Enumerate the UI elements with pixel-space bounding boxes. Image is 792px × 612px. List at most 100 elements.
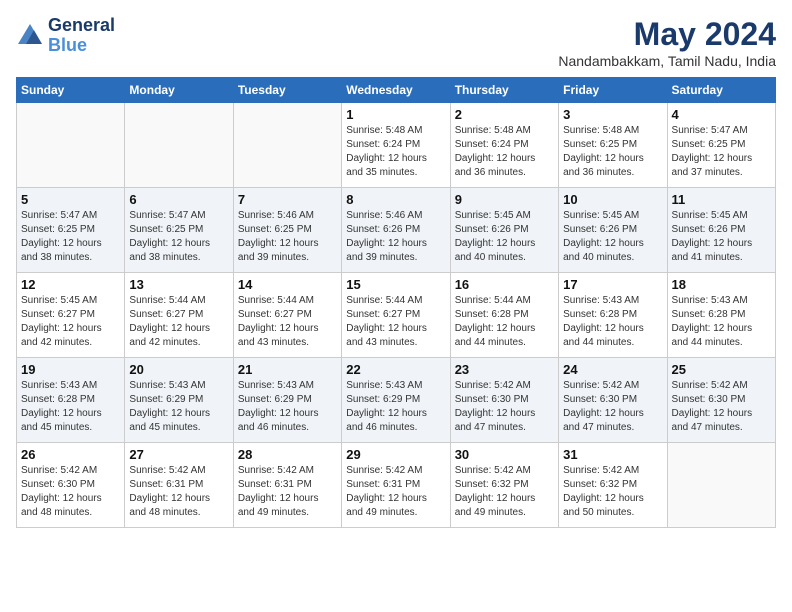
calendar-cell: 8 Sunrise: 5:46 AMSunset: 6:26 PMDaylight… bbox=[342, 188, 450, 273]
day-info: Sunrise: 5:44 AMSunset: 6:27 PMDaylight:… bbox=[238, 294, 337, 350]
day-info: Sunrise: 5:47 AMSunset: 6:25 PMDaylight:… bbox=[129, 209, 228, 265]
day-number: 27 bbox=[129, 447, 228, 462]
page-header: General Blue May 2024 Nandambakkam, Tami… bbox=[16, 16, 776, 69]
calendar-cell: 16Sunrise: 5:44 AMSunset: 6:28 PMDayligh… bbox=[450, 273, 558, 358]
day-number: 24 bbox=[563, 362, 662, 377]
month-title: May 2024 bbox=[558, 16, 776, 53]
day-number: 25 bbox=[672, 362, 771, 377]
logo-text: General Blue bbox=[48, 16, 115, 56]
day-number: 15 bbox=[346, 277, 445, 292]
calendar-cell: 2 Sunrise: 5:48 AMSunset: 6:24 PMDaylight… bbox=[450, 103, 558, 188]
calendar-cell: 7Sunrise: 5:46 AMSunset: 6:25 PMDaylight… bbox=[233, 188, 341, 273]
day-number: 3 bbox=[563, 107, 662, 122]
day-number: 2 bbox=[455, 107, 554, 122]
calendar-cell: 30Sunrise: 5:42 AMSunset: 6:32 PMDayligh… bbox=[450, 443, 558, 528]
calendar-cell: 31 Sunrise: 5:42 AMSunset: 6:32 PMDayligh… bbox=[559, 443, 667, 528]
day-number: 18 bbox=[672, 277, 771, 292]
day-info: Sunrise: 5:43 AMSunset: 6:29 PMDaylight:… bbox=[346, 379, 445, 435]
calendar-cell: 18 Sunrise: 5:43 AMSunset: 6:28 PMDayligh… bbox=[667, 273, 775, 358]
day-info: Sunrise: 5:42 AMSunset: 6:31 PMDaylight:… bbox=[238, 464, 337, 520]
day-info: Sunrise: 5:45 AMSunset: 6:26 PMDaylight:… bbox=[455, 209, 554, 265]
calendar-cell: 19 Sunrise: 5:43 AMSunset: 6:28 PMDayligh… bbox=[17, 358, 125, 443]
day-number: 23 bbox=[455, 362, 554, 377]
day-info: Sunrise: 5:48 AMSunset: 6:24 PMDaylight:… bbox=[455, 124, 554, 180]
calendar-cell: 17Sunrise: 5:43 AMSunset: 6:28 PMDayligh… bbox=[559, 273, 667, 358]
day-info: Sunrise: 5:42 AMSunset: 6:31 PMDaylight:… bbox=[346, 464, 445, 520]
day-number: 17 bbox=[563, 277, 662, 292]
day-number: 5 bbox=[21, 192, 120, 207]
day-number: 22 bbox=[346, 362, 445, 377]
day-info: Sunrise: 5:48 AMSunset: 6:25 PMDaylight:… bbox=[563, 124, 662, 180]
calendar-body: 1 Sunrise: 5:48 AMSunset: 6:24 PMDaylight… bbox=[17, 103, 776, 528]
day-info: Sunrise: 5:42 AMSunset: 6:30 PMDaylight:… bbox=[672, 379, 771, 435]
day-info: Sunrise: 5:42 AMSunset: 6:30 PMDaylight:… bbox=[563, 379, 662, 435]
day-number: 14 bbox=[238, 277, 337, 292]
calendar-week-row: 5 Sunrise: 5:47 AMSunset: 6:25 PMDaylight… bbox=[17, 188, 776, 273]
calendar-week-row: 12 Sunrise: 5:45 AMSunset: 6:27 PMDayligh… bbox=[17, 273, 776, 358]
calendar-day-header: Wednesday bbox=[342, 78, 450, 103]
day-number: 12 bbox=[21, 277, 120, 292]
calendar-cell: 26Sunrise: 5:42 AMSunset: 6:30 PMDayligh… bbox=[17, 443, 125, 528]
calendar-cell bbox=[667, 443, 775, 528]
day-number: 13 bbox=[129, 277, 228, 292]
day-info: Sunrise: 5:42 AMSunset: 6:31 PMDaylight:… bbox=[129, 464, 228, 520]
calendar-cell: 27 Sunrise: 5:42 AMSunset: 6:31 PMDayligh… bbox=[125, 443, 233, 528]
day-number: 28 bbox=[238, 447, 337, 462]
calendar-cell: 12 Sunrise: 5:45 AMSunset: 6:27 PMDayligh… bbox=[17, 273, 125, 358]
title-block: May 2024 Nandambakkam, Tamil Nadu, India bbox=[558, 16, 776, 69]
calendar-cell: 10 Sunrise: 5:45 AMSunset: 6:26 PMDayligh… bbox=[559, 188, 667, 273]
calendar-cell: 9 Sunrise: 5:45 AMSunset: 6:26 PMDaylight… bbox=[450, 188, 558, 273]
day-number: 20 bbox=[129, 362, 228, 377]
day-info: Sunrise: 5:45 AMSunset: 6:26 PMDaylight:… bbox=[672, 209, 771, 265]
calendar-cell: 13 Sunrise: 5:44 AMSunset: 6:27 PMDayligh… bbox=[125, 273, 233, 358]
calendar-cell: 6 Sunrise: 5:47 AMSunset: 6:25 PMDaylight… bbox=[125, 188, 233, 273]
calendar-cell: 23 Sunrise: 5:42 AMSunset: 6:30 PMDayligh… bbox=[450, 358, 558, 443]
calendar-table: SundayMondayTuesdayWednesdayThursdayFrid… bbox=[16, 77, 776, 528]
day-info: Sunrise: 5:42 AMSunset: 6:32 PMDaylight:… bbox=[563, 464, 662, 520]
day-number: 10 bbox=[563, 192, 662, 207]
calendar-cell: 14 Sunrise: 5:44 AMSunset: 6:27 PMDayligh… bbox=[233, 273, 341, 358]
day-number: 6 bbox=[129, 192, 228, 207]
day-info: Sunrise: 5:48 AMSunset: 6:24 PMDaylight:… bbox=[346, 124, 445, 180]
day-number: 16 bbox=[455, 277, 554, 292]
day-info: Sunrise: 5:43 AMSunset: 6:28 PMDaylight:… bbox=[21, 379, 120, 435]
day-info: Sunrise: 5:43 AMSunset: 6:28 PMDaylight:… bbox=[672, 294, 771, 350]
day-info: Sunrise: 5:44 AMSunset: 6:27 PMDaylight:… bbox=[129, 294, 228, 350]
logo-icon bbox=[16, 22, 44, 50]
day-number: 8 bbox=[346, 192, 445, 207]
calendar-cell: 25 Sunrise: 5:42 AMSunset: 6:30 PMDayligh… bbox=[667, 358, 775, 443]
calendar-cell: 22 Sunrise: 5:43 AMSunset: 6:29 PMDayligh… bbox=[342, 358, 450, 443]
calendar-cell: 21Sunrise: 5:43 AMSunset: 6:29 PMDayligh… bbox=[233, 358, 341, 443]
day-info: Sunrise: 5:43 AMSunset: 6:29 PMDaylight:… bbox=[238, 379, 337, 435]
day-info: Sunrise: 5:45 AMSunset: 6:27 PMDaylight:… bbox=[21, 294, 120, 350]
calendar-week-row: 19 Sunrise: 5:43 AMSunset: 6:28 PMDayligh… bbox=[17, 358, 776, 443]
calendar-day-header: Saturday bbox=[667, 78, 775, 103]
calendar-cell: 4Sunrise: 5:47 AMSunset: 6:25 PMDaylight… bbox=[667, 103, 775, 188]
day-number: 30 bbox=[455, 447, 554, 462]
day-info: Sunrise: 5:42 AMSunset: 6:30 PMDaylight:… bbox=[21, 464, 120, 520]
day-number: 1 bbox=[346, 107, 445, 122]
day-number: 31 bbox=[563, 447, 662, 462]
day-info: Sunrise: 5:44 AMSunset: 6:27 PMDaylight:… bbox=[346, 294, 445, 350]
calendar-cell: 3 Sunrise: 5:48 AMSunset: 6:25 PMDaylight… bbox=[559, 103, 667, 188]
day-number: 29 bbox=[346, 447, 445, 462]
day-info: Sunrise: 5:47 AMSunset: 6:25 PMDaylight:… bbox=[21, 209, 120, 265]
day-info: Sunrise: 5:42 AMSunset: 6:30 PMDaylight:… bbox=[455, 379, 554, 435]
day-info: Sunrise: 5:46 AMSunset: 6:25 PMDaylight:… bbox=[238, 209, 337, 265]
calendar-day-header: Tuesday bbox=[233, 78, 341, 103]
calendar-cell bbox=[17, 103, 125, 188]
day-info: Sunrise: 5:45 AMSunset: 6:26 PMDaylight:… bbox=[563, 209, 662, 265]
calendar-cell: 20Sunrise: 5:43 AMSunset: 6:29 PMDayligh… bbox=[125, 358, 233, 443]
day-number: 9 bbox=[455, 192, 554, 207]
day-number: 4 bbox=[672, 107, 771, 122]
calendar-cell: 28 Sunrise: 5:42 AMSunset: 6:31 PMDayligh… bbox=[233, 443, 341, 528]
calendar-day-header: Friday bbox=[559, 78, 667, 103]
calendar-cell: 29 Sunrise: 5:42 AMSunset: 6:31 PMDayligh… bbox=[342, 443, 450, 528]
day-number: 19 bbox=[21, 362, 120, 377]
calendar-day-header: Monday bbox=[125, 78, 233, 103]
calendar-header-row: SundayMondayTuesdayWednesdayThursdayFrid… bbox=[17, 78, 776, 103]
calendar-week-row: 1 Sunrise: 5:48 AMSunset: 6:24 PMDaylight… bbox=[17, 103, 776, 188]
calendar-cell: 1 Sunrise: 5:48 AMSunset: 6:24 PMDaylight… bbox=[342, 103, 450, 188]
day-info: Sunrise: 5:46 AMSunset: 6:26 PMDaylight:… bbox=[346, 209, 445, 265]
calendar-cell: 15 Sunrise: 5:44 AMSunset: 6:27 PMDayligh… bbox=[342, 273, 450, 358]
